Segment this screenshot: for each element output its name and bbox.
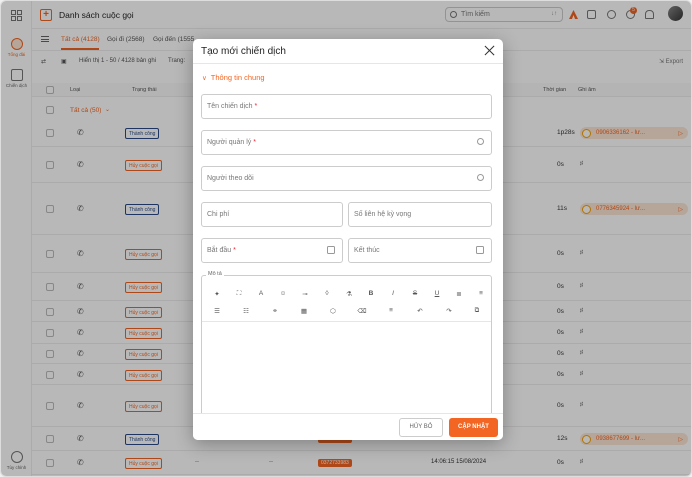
field-label: Chi phí [207,211,230,218]
fullscreen-icon[interactable]: ⛶ [234,290,244,298]
table-icon[interactable]: ▦ [299,307,309,315]
description-label: Mô tả [206,271,224,277]
field-label: Tên chiến dịch [207,103,253,110]
app-window: Tổng đài Chiến dịch Tùy chỉnh + Danh sác… [0,0,692,477]
required-mark: * [254,103,258,110]
horizontal-line-icon[interactable]: ⊸ [300,290,310,298]
divider [202,321,491,322]
chevron-down-icon: ∨ [202,75,207,82]
search-icon [477,138,484,145]
dialog-title: Tạo mới chiến dịch [201,46,286,57]
italic-icon[interactable]: I [388,290,398,297]
divider [193,63,503,64]
create-campaign-dialog: Tạo mới chiến dịch ∨ Thông tin chung Tên … [193,39,503,440]
editor-toolbar-row-2: ☰ ☷ ⚭ ▦ ⬡ ⌫ ≡ ↶ ↷ ⧉ [202,307,491,319]
underline-icon[interactable]: U [432,290,442,297]
undo-icon[interactable]: ↶ [415,307,425,315]
magic-icon[interactable]: ✦ [212,290,222,298]
calendar-icon [327,246,335,254]
close-icon[interactable] [484,45,495,56]
field-label: Số liên hệ kỳ vọng [354,211,412,218]
shape-icon[interactable]: ⬡ [328,307,338,315]
redo-icon[interactable]: ↷ [444,307,454,315]
field-label: Người quản lý [207,139,252,146]
field-label: Người theo dõi [207,175,254,182]
field-label: Bắt đầu [207,247,232,254]
bold-icon[interactable]: B [366,290,376,297]
expected-contacts-field[interactable]: Số liên hệ kỳ vọng [348,202,492,227]
ink-icon[interactable]: ◊ [322,290,332,297]
end-date-field[interactable]: Kết thúc [348,238,492,263]
editor-toolbar-row-1: ✦ ⛶ A ☺ ⊸ ◊ ⚗ B I S U ≣ ≡ [202,290,491,302]
align-icon[interactable]: ≡ [386,307,396,314]
cost-field[interactable]: Chi phí [201,202,343,227]
start-date-field[interactable]: Bắt đầu * [201,238,343,263]
text-color-icon[interactable]: A [256,290,266,297]
manager-field[interactable]: Người quản lý * [201,130,492,155]
search-icon [477,174,484,181]
link-icon[interactable]: ⚭ [270,307,280,315]
paint-bucket-icon[interactable]: ⚗ [344,290,354,298]
description-editor[interactable]: Mô tả ✦ ⛶ A ☺ ⊸ ◊ ⚗ B I S U ≣ ≡ ☰ ☷ ⚭ ▦ [201,271,492,435]
indent-icon[interactable]: ≡ [476,290,486,297]
bullet-list-icon[interactable]: ☷ [241,307,251,315]
required-mark: * [233,247,236,254]
follower-field[interactable]: Người theo dõi [201,166,492,191]
required-mark: * [253,139,256,146]
strikethrough-icon[interactable]: S [410,290,420,297]
cancel-button[interactable]: HỦY BỎ [399,418,443,437]
section-title: Thông tin chung [210,73,265,82]
section-general[interactable]: ∨ Thông tin chung [202,73,265,82]
align-left-icon[interactable]: ≣ [454,290,464,298]
calendar-icon [476,246,484,254]
dialog-footer: HỦY BỎ CẬP NHẬT [193,413,503,440]
emoji-icon[interactable]: ☺ [278,290,288,297]
eraser-icon[interactable]: ⌫ [357,307,367,315]
save-button[interactable]: CẬP NHẬT [449,418,498,437]
campaign-name-field[interactable]: Tên chiến dịch * [201,94,492,119]
field-label: Kết thúc [354,247,380,254]
ordered-list-icon[interactable]: ☰ [212,307,222,315]
source-code-icon[interactable]: ⧉ [472,307,482,315]
